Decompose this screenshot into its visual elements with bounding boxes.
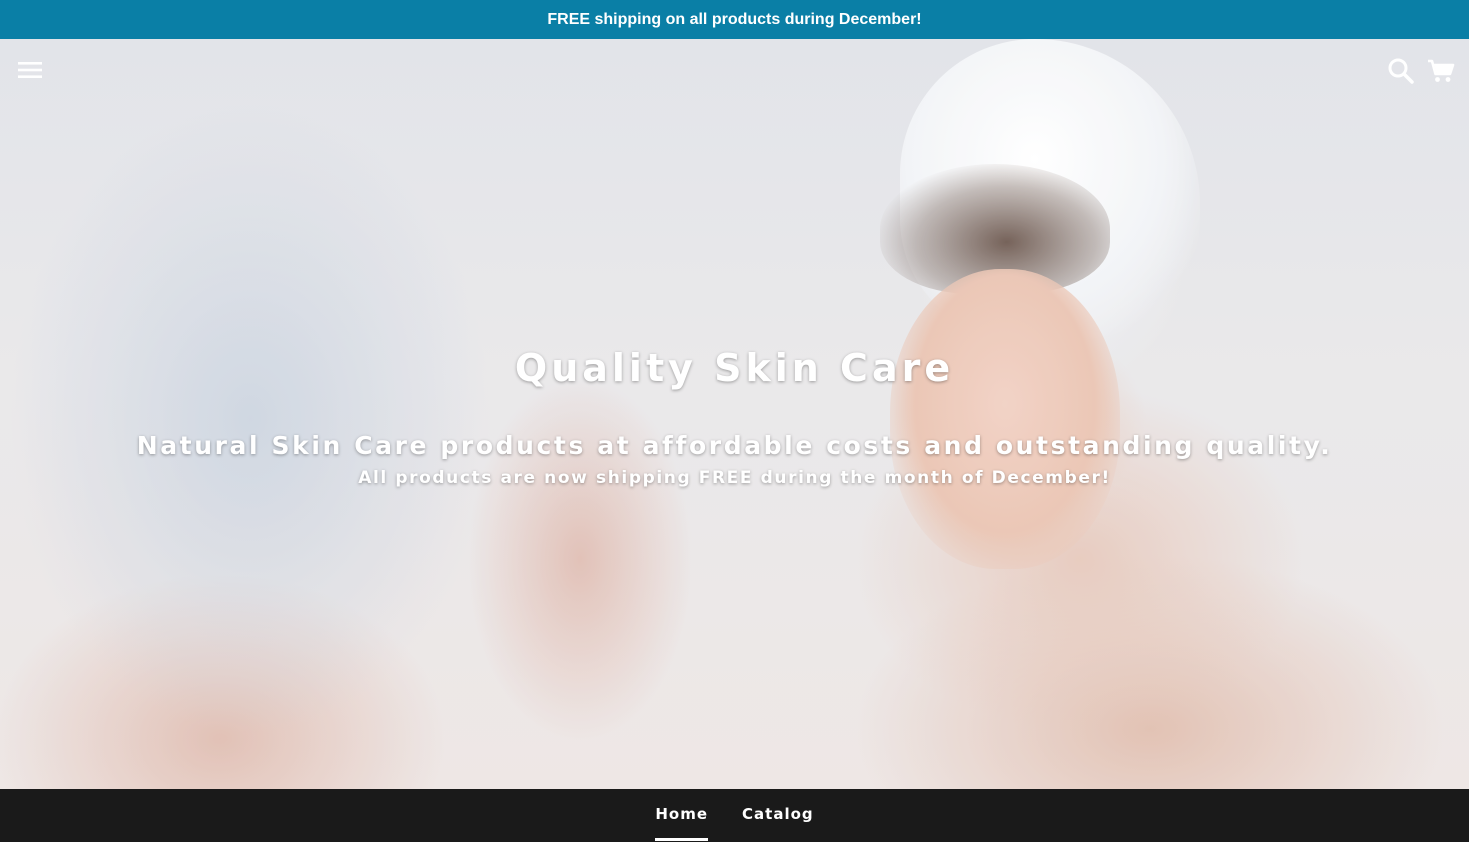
nav-item-home[interactable]: Home [655,805,708,841]
search-button[interactable] [1382,52,1420,90]
hero-image-towel [900,39,1200,339]
hero-image-hair [880,164,1110,294]
menu-button[interactable] [12,52,48,88]
hero-image-face [890,269,1120,569]
main-navigation: Home Catalog [0,789,1469,842]
cart-icon [1428,59,1455,82]
hero-note: All products are now shipping FREE durin… [358,468,1111,488]
announcement-bar: FREE shipping on all products during Dec… [0,0,1469,39]
search-icon [1388,58,1414,84]
hero-title: Quality Skin Care [514,346,955,390]
nav-item-catalog[interactable]: Catalog [742,805,814,841]
hero-banner [0,39,1469,789]
hero-subtitle: Natural Skin Care products at affordable… [136,431,1333,460]
hamburger-menu-icon [18,62,42,78]
announcement-text: FREE shipping on all products during Dec… [547,10,922,28]
cart-button[interactable] [1422,52,1460,90]
